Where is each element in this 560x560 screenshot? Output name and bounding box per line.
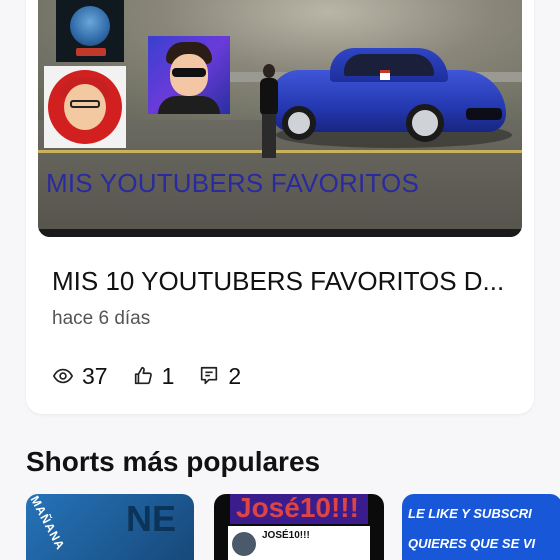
video-date: hace 6 días [52, 308, 151, 329]
video-title[interactable]: MIS 10 YOUTUBERS FAVORITOS D... [52, 266, 522, 297]
road-stripe [38, 150, 522, 153]
short-1-text-side: MAÑANA [27, 494, 68, 553]
thumbnail-progress-bar [38, 229, 522, 237]
short-2-panel: JOSÉ10!!! [228, 526, 370, 560]
comments-stat[interactable]: 2 [198, 363, 241, 390]
views-stat: 37 [52, 363, 108, 390]
short-thumbnail-2[interactable]: José10!!! JOSÉ10!!! [214, 494, 384, 560]
short-1-text-big: NE [126, 498, 177, 539]
likes-stat[interactable]: 1 [132, 362, 175, 390]
short-thumbnail-3[interactable]: LE LIKE Y SUBSCRI QUIERES QUE SE VI [402, 494, 560, 560]
youtuber-avatar-red-circle [44, 66, 126, 148]
blue-car-image [270, 42, 512, 150]
section-title: Shorts más populares [26, 446, 321, 477]
youtuber-avatar-wolf [56, 0, 124, 62]
eye-icon [52, 368, 74, 384]
avatar [232, 532, 256, 556]
short-2-name: JOSÉ10!!! [262, 530, 310, 541]
video-stats: 37 1 2 [52, 362, 265, 390]
short-3-line-1: LE LIKE Y SUBSCRI [408, 506, 532, 521]
views-count: 37 [82, 362, 108, 389]
comments-count: 2 [228, 362, 242, 389]
short-2-banner: José10!!! [230, 494, 368, 524]
short-3-line-2: QUIERES QUE SE VI [408, 536, 536, 551]
thumbnail-caption: MIS YOUTUBERS FAVORITOS [46, 168, 420, 198]
youtuber-avatar-sunglasses [148, 36, 230, 114]
likes-count: 1 [161, 362, 175, 389]
shorts-carousel[interactable]: NE MAÑANA José10!!! JOSÉ10!!! LE LIKE Y … [26, 494, 560, 560]
comment-icon[interactable] [198, 365, 220, 387]
person-figure [258, 64, 280, 160]
thumbs-up-icon[interactable] [132, 365, 154, 387]
short-2-banner-text: José10!!! [236, 494, 359, 523]
video-thumbnail[interactable] [38, 0, 522, 237]
short-thumbnail-1[interactable]: NE MAÑANA [26, 494, 194, 560]
